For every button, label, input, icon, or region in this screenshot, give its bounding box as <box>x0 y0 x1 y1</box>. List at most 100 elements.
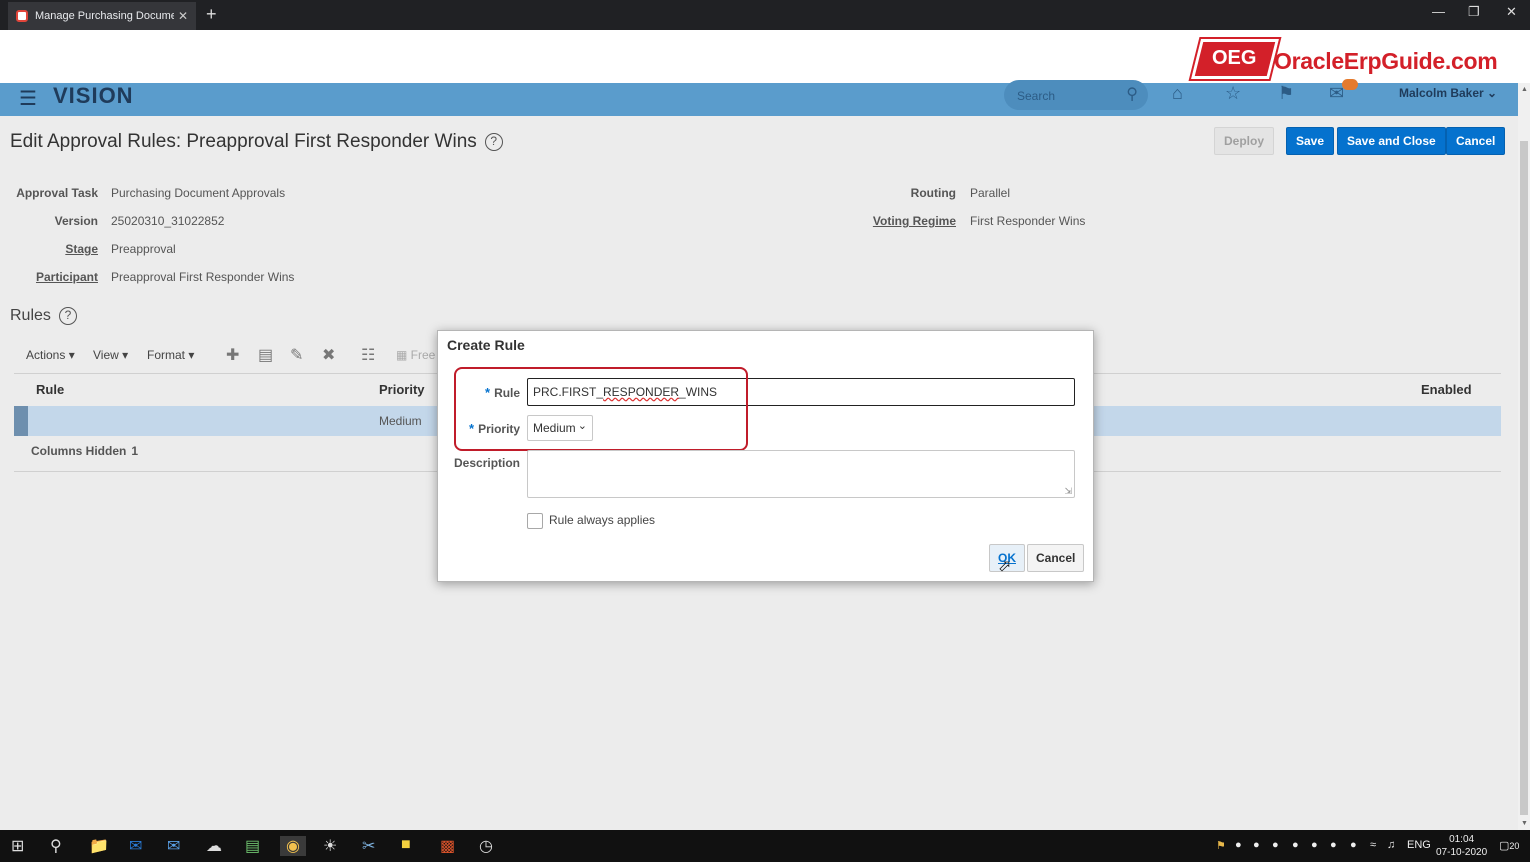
wifi-icon[interactable]: ≈ <box>1370 839 1376 851</box>
tray-icon[interactable]: ● <box>1350 839 1357 851</box>
stage-value: Preapproval <box>111 242 176 256</box>
tray-icon[interactable]: ● <box>1253 839 1260 851</box>
restore-button[interactable]: ❐ <box>1468 4 1480 20</box>
clock-time: 01:04 <box>1449 834 1475 845</box>
dialog-title: Create Rule <box>447 337 525 353</box>
page-title-text: Edit Approval Rules: Preapproval First R… <box>10 131 477 152</box>
create-rule-dialog: Create Rule * Rule PRC.FIRST_RESPONDER_WI… <box>437 330 1094 582</box>
watchlist-flag-icon[interactable]: ⚑ <box>1278 83 1294 104</box>
new-tab-button[interactable]: + <box>206 4 217 25</box>
rules-help-icon[interactable]: ? <box>58 307 77 325</box>
outlook-icon[interactable]: ✉ <box>129 836 142 856</box>
add-icon[interactable]: ✚ <box>226 345 239 365</box>
tray-icon[interactable]: ● <box>1272 839 1279 851</box>
security-tray-icon[interactable]: ⚑ <box>1216 839 1226 852</box>
format-menu[interactable]: Format ▾ <box>147 348 194 362</box>
paint-icon[interactable]: ☀ <box>323 836 337 856</box>
browser-tab[interactable]: Manage Purchasing Document A ✕ <box>8 2 196 30</box>
network-app-icon[interactable]: ☁ <box>206 836 222 856</box>
app-header: ☰ VISION Search ⚲ ⌂ ☆ ⚑ ✉ Malcolm Baker … <box>0 79 1518 116</box>
oracle-favicon-icon <box>16 10 28 22</box>
user-menu[interactable]: Malcolm Baker ⌄ <box>1399 86 1497 100</box>
help-icon[interactable]: ? <box>484 132 503 151</box>
row-priority-cell: Medium <box>379 414 422 428</box>
save-and-close-button[interactable]: Save and Close <box>1337 127 1446 155</box>
watermark-banner: OEG OracleErpGuide.com <box>0 30 1530 83</box>
menu-icon[interactable]: ☰ <box>19 86 37 111</box>
save-button[interactable]: Save <box>1286 127 1335 155</box>
tray-icon[interactable]: ● <box>1235 839 1242 851</box>
routing-value: Parallel <box>970 186 1011 200</box>
stage-label: Stage <box>65 242 98 256</box>
edit-pencil-icon[interactable]: ✎ <box>290 345 303 365</box>
freeze-button[interactable]: ▦ Free <box>396 348 435 362</box>
routing-label: Routing <box>910 186 956 200</box>
version-value: 25020310_31022852 <box>111 214 225 228</box>
notepad-icon[interactable]: ▤ <box>245 836 260 856</box>
voting-regime-value: First Responder Wins <box>970 214 1086 228</box>
oeg-logo-text: OEG <box>1212 47 1257 69</box>
home-icon[interactable]: ⌂ <box>1172 83 1183 104</box>
dialog-cancel-button[interactable]: Cancel <box>1027 544 1085 572</box>
description-textarea[interactable]: ⇲ <box>527 450 1075 498</box>
scroll-up-icon[interactable]: ▲ <box>1521 86 1528 93</box>
action-center-icon[interactable]: ▢20 <box>1499 839 1519 852</box>
browser-tab-bar: Manage Purchasing Document A ✕ + — ❐ ✕ <box>0 0 1530 30</box>
search-icon[interactable]: ⚲ <box>1126 84 1138 104</box>
powerpoint-icon[interactable]: ▩ <box>440 836 455 856</box>
participant-value: Preapproval First Responder Wins <box>111 270 295 284</box>
actions-menu[interactable]: Actions ▾ <box>26 348 75 362</box>
microphone-icon[interactable]: ● <box>1292 839 1299 851</box>
deploy-button[interactable]: Deploy <box>1214 127 1275 155</box>
sticky-notes-icon[interactable]: ■ <box>401 836 411 854</box>
volume-icon[interactable]: ♫ <box>1387 839 1395 851</box>
os-taskbar: ⊞ ⚲ 📁 ✉ ✉ ☁ ▤ ◉ ☀ ✂ ■ ▩ ◷ ⚑ ● ● ● ● ● ● … <box>0 830 1530 862</box>
participant-label: Participant <box>35 270 98 284</box>
duplicate-icon[interactable]: ▤ <box>258 345 273 365</box>
search-placeholder: Search <box>1017 89 1056 103</box>
language-indicator[interactable]: ENG <box>1407 839 1431 851</box>
resize-grip-icon[interactable]: ⇲ <box>1064 486 1072 497</box>
approval-task-label: Approval Task <box>16 186 98 200</box>
search-icon[interactable]: ⚲ <box>50 836 62 856</box>
page-title: Edit Approval Rules: Preapproval First R… <box>10 131 503 153</box>
file-explorer-icon[interactable]: 📁 <box>89 836 109 856</box>
minimize-button[interactable]: — <box>1432 4 1445 19</box>
approval-task-value: Purchasing Document Approvals <box>111 186 286 200</box>
rules-title-text: Rules <box>10 307 51 325</box>
view-menu[interactable]: View ▾ <box>93 348 128 362</box>
favorites-star-icon[interactable]: ☆ <box>1225 83 1241 104</box>
chrome-icon[interactable]: ◉ <box>280 836 306 856</box>
system-clock[interactable]: 01:04 07-10-2020 <box>1436 833 1487 859</box>
description-field-label: Description <box>454 456 521 470</box>
global-search-input[interactable]: Search ⚲ <box>1004 80 1148 110</box>
mouse-pointer-icon: ⬀ <box>998 558 1012 575</box>
rules-section-title: Rules? <box>10 307 77 325</box>
tray-icon[interactable]: ● <box>1311 839 1318 851</box>
detach-icon[interactable]: ☷ <box>361 345 375 365</box>
notification-badge <box>1342 79 1358 90</box>
rule-always-applies-checkbox[interactable] <box>527 513 543 529</box>
priority-column-header[interactable]: Priority <box>379 382 425 397</box>
windows-start-icon[interactable]: ⊞ <box>11 836 24 856</box>
tray-icon[interactable]: ● <box>1330 839 1337 851</box>
columns-hidden-label: Columns Hidden <box>31 444 127 458</box>
enabled-column-header[interactable]: Enabled <box>1421 382 1472 397</box>
scroll-down-icon[interactable]: ▼ <box>1521 820 1528 827</box>
delete-icon[interactable]: ✖ <box>322 345 335 365</box>
columns-hidden-status: Columns Hidden 1 <box>26 444 138 458</box>
rule-always-applies-label[interactable]: Rule always applies <box>549 513 655 527</box>
page-scrollbar[interactable]: ▲ ▼ <box>1518 83 1530 830</box>
scrollbar-thumb[interactable] <box>1520 141 1528 815</box>
clock-app-icon[interactable]: ◷ <box>479 836 493 856</box>
rule-column-header[interactable]: Rule <box>36 382 64 397</box>
oeg-site-name: OracleErpGuide.com <box>1274 48 1498 74</box>
cancel-button[interactable]: Cancel <box>1446 127 1506 155</box>
tab-close-icon[interactable]: ✕ <box>178 9 188 23</box>
snipping-tool-icon[interactable]: ✂ <box>362 836 375 856</box>
window-close-button[interactable]: ✕ <box>1506 4 1517 20</box>
brand-logo[interactable]: VISION <box>53 83 134 109</box>
clock-date: 07-10-2020 <box>1436 847 1488 858</box>
columns-hidden-count: 1 <box>131 444 139 458</box>
mail-icon[interactable]: ✉ <box>167 836 180 856</box>
